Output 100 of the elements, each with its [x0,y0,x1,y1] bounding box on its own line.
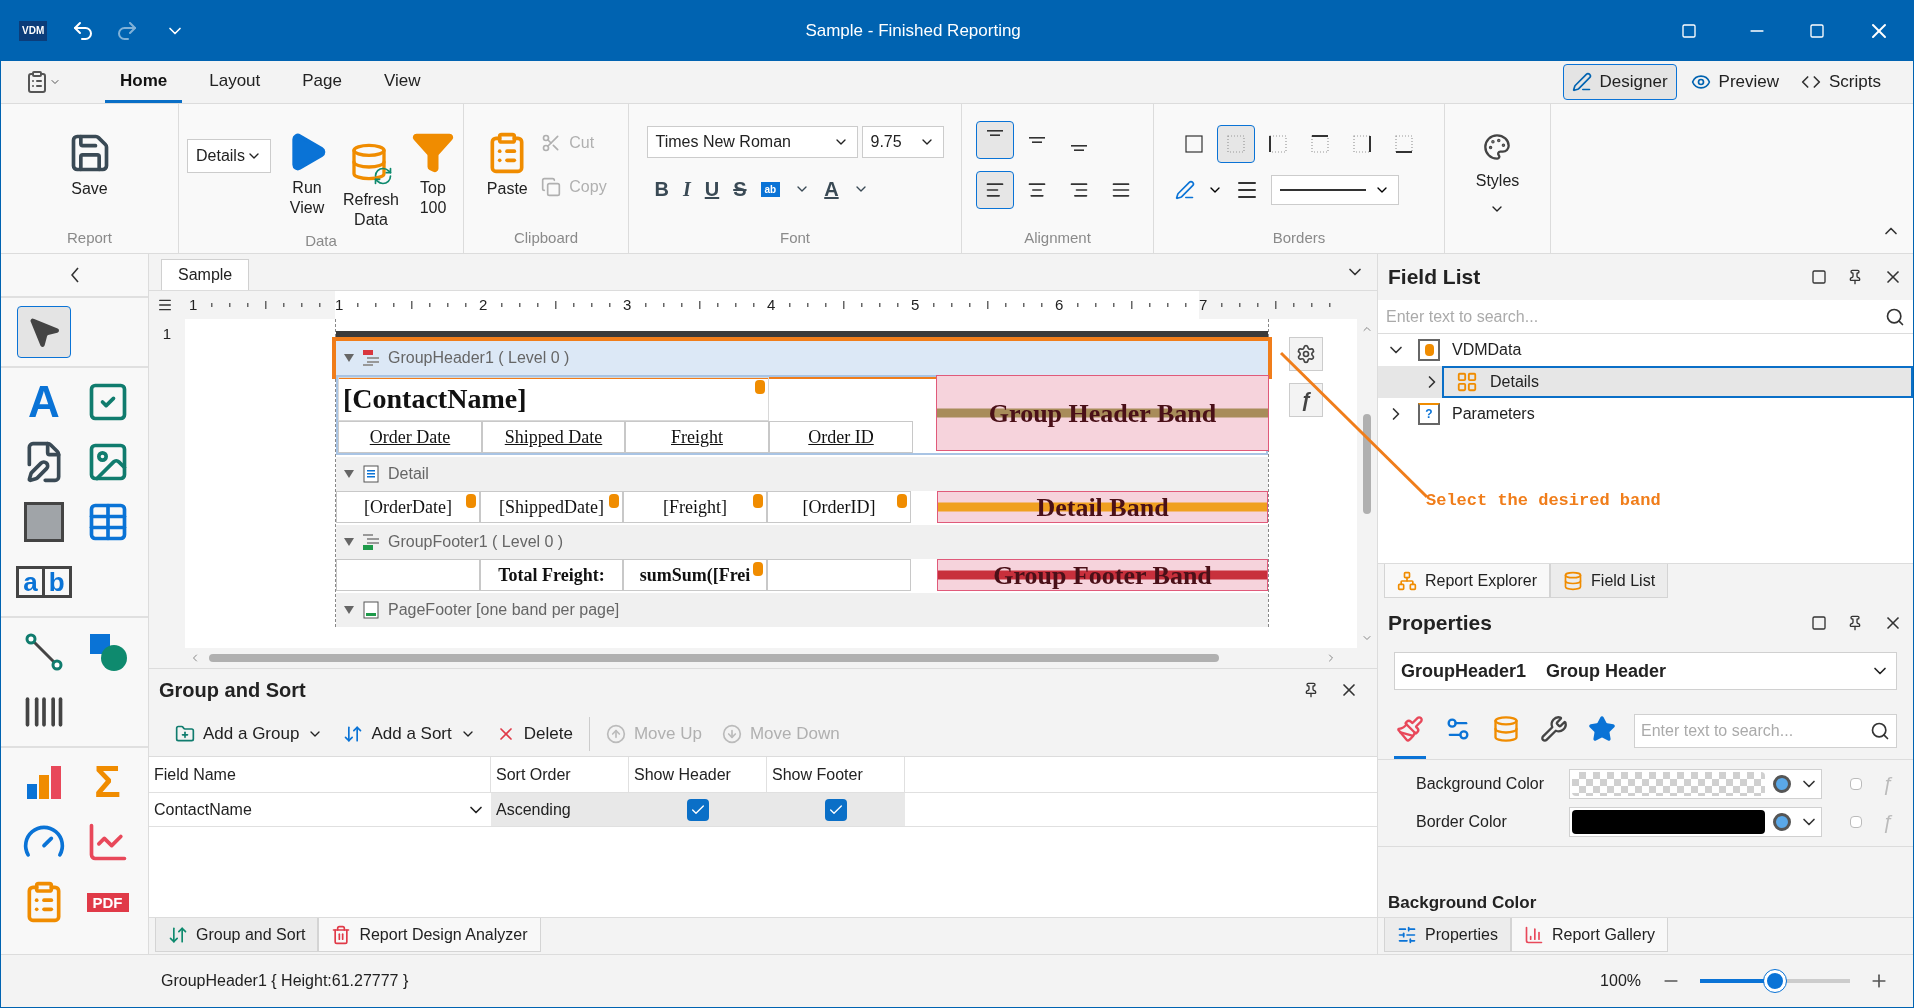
report-cell: [Freight] [623,491,767,523]
arrow-down-icon [721,723,742,744]
ribbon-tab[interactable]: Page [287,61,357,103]
font-family-dropdown[interactable]: Times New Roman [646,126,858,159]
color-picker[interactable] [1569,769,1822,799]
database-icon [1418,339,1440,361]
restore-icon[interactable] [1681,23,1697,39]
checkbox[interactable] [1849,816,1862,828]
pin-icon [1847,615,1863,631]
font-size-dropdown[interactable]: 9.75 [861,126,944,159]
object-selector[interactable]: GroupHeader1 Group Header [1394,652,1897,690]
toolbox-tool[interactable]: PDF [80,876,135,928]
add-group-icon [175,723,195,744]
tree-item[interactable]: Details [1378,366,1913,398]
search-input[interactable]: Enter text to search... [1641,714,1870,747]
top-100-button[interactable]: Top 100 [411,130,455,218]
report-cell: sumSum([Frei [623,559,767,591]
refresh-data-button[interactable]: Refresh Data [342,142,399,230]
search-icon [1870,720,1890,741]
border-icon [1184,134,1204,155]
format-button[interactable]: I [682,174,691,205]
ribbon-tab[interactable]: Layout [194,61,276,103]
format-button[interactable]: B [654,174,669,205]
ruler-number: 5 [911,294,920,315]
expand-toggle-icon [344,538,354,546]
copy-icon [541,177,562,198]
checkbox[interactable] [825,798,847,821]
border-icon [1310,134,1330,155]
data-binding-icon [753,494,763,508]
file-menu-button[interactable] [25,70,61,94]
data-binding-icon [755,380,765,394]
data-binding-icon [897,494,907,508]
panel-title: Field List [1388,264,1481,291]
ruler-number: 3 [623,294,632,315]
chevron-left-icon [70,267,79,283]
tree-item[interactable]: VDMData [1378,334,1913,366]
panel-tab[interactable]: Field List [1550,564,1669,599]
data-binding-icon [466,494,476,508]
expand-toggle-icon [344,354,354,362]
view-mode-button[interactable]: Scripts [1793,64,1889,100]
align-button[interactable] [975,121,1014,160]
align-bottom-icon [1070,145,1087,152]
star-icon [1588,715,1616,743]
search-field[interactable]: Enter text to search... [1634,713,1897,748]
hierarchy-icon [1397,570,1417,591]
panel-tab[interactable]: Report Design Analyzer [318,918,541,952]
styles-button[interactable]: Styles [1475,132,1520,217]
view-mode-button[interactable]: Designer [1562,64,1677,100]
ruler-number: 7 [1199,294,1208,315]
report-cell: [OrderID] [767,491,911,523]
toolbar-button[interactable]: Delete [487,716,581,751]
toolbar-button[interactable]: Add a Sort [335,716,484,751]
report-cell: Total Freight: [480,559,623,591]
run-view-button[interactable]: Run View [283,130,331,218]
search-field[interactable]: Enter text to search... [1386,300,1885,333]
column-header: Field Name [149,757,491,792]
document-tab[interactable]: Sample [161,259,250,290]
font-color-button[interactable]: A [824,174,839,205]
ruler-number: 2 [479,294,488,315]
toolbar-button[interactable]: Add a Group [167,716,332,751]
description-title: Background Color [1388,891,1537,914]
format-button[interactable]: S [733,174,747,205]
panel-tab[interactable]: Group and Sort [155,918,319,952]
column-header: Sort Order [491,757,629,792]
border-color-icon[interactable] [1175,180,1195,201]
highlight-button[interactable]: ab [760,181,781,197]
maximize-icon[interactable] [1809,23,1825,39]
format-button[interactable]: U [704,174,720,205]
panel-tab[interactable]: Report Gallery [1510,918,1669,953]
toolbox-tool[interactable] [17,306,71,358]
paste-button[interactable]: Paste [485,131,530,200]
settings-icon [1296,344,1316,364]
database-icon [1563,570,1584,591]
toolbox-tool[interactable]: A [17,376,71,428]
report-cell: Order Date [338,421,482,453]
tree-item[interactable]: ? Parameters [1378,398,1913,430]
settings-button[interactable] [1289,337,1323,371]
align-button[interactable] [975,171,1014,210]
app-logo: VDM [19,21,48,41]
formula-button[interactable]: ƒ [1289,383,1323,417]
border-style-dropdown[interactable] [1271,175,1399,206]
band-title: PageFooter [one band per page] [388,600,620,620]
save-button[interactable]: Save [67,131,112,200]
checkbox[interactable] [687,798,709,821]
band-header[interactable]: Detail [336,457,1268,491]
view-mode-button[interactable]: Preview [1682,64,1788,100]
maximize-icon [1811,615,1827,631]
data-source-dropdown[interactable]: Details [187,139,272,173]
panel-tab[interactable]: Report Explorer [1384,564,1551,599]
checkbox[interactable] [1849,778,1862,790]
ribbon-tab[interactable]: View [369,61,436,103]
field-dropdown[interactable]: ContactName [149,793,491,826]
color-picker[interactable] [1569,807,1822,837]
ruler-number: 1 [162,324,172,344]
band-header[interactable]: GroupFooter1 ( Level 0 ) [336,525,1268,559]
panel-tab[interactable]: Properties [1384,918,1511,953]
align-middle-icon [1028,137,1045,144]
toolbox-tool[interactable]: a b [17,556,71,608]
band-header[interactable]: PageFooter [one band per page] [336,593,1268,627]
formula-icon: ƒ [1881,769,1893,799]
